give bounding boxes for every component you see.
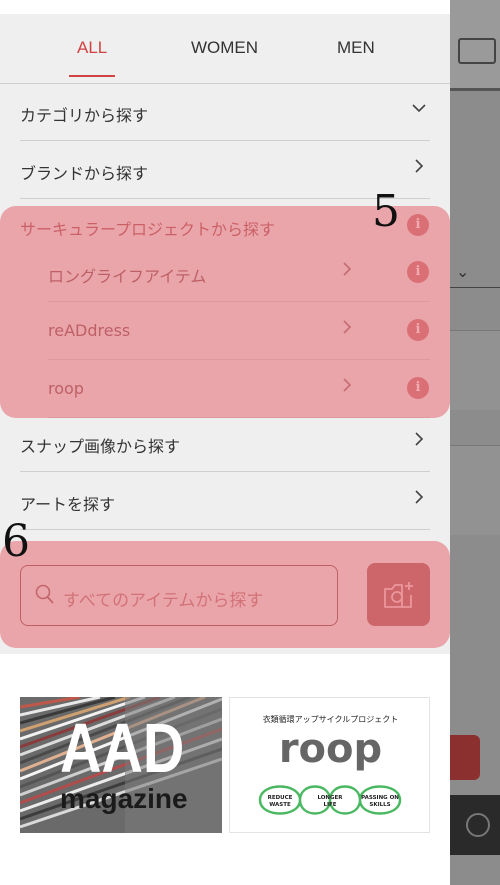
search-input[interactable]: すべてのアイテムから探す [20,565,338,626]
submenu-item-roop[interactable]: roop i [48,360,430,418]
background-dropdown: ⌄ [450,258,500,288]
submenu-item-longlife[interactable]: ロングライフアイテム i [48,244,430,302]
aad-magazine-banner[interactable]: AAD magazine [20,697,222,833]
tab-women[interactable]: WOMEN [191,38,258,58]
chevron-right-icon [340,261,354,280]
background-red-button [450,735,480,780]
roop-longer-life: LONGER LIFE [317,795,343,808]
status-strip [0,0,450,14]
menu-drawer: ALL WOMEN MEN カテゴリから探す ブランドから探す サーキュラープロ… [0,0,450,885]
aad-subtitle: magazine [60,783,188,814]
background-card [450,445,500,535]
background-divider [450,88,500,91]
chevron-right-icon [340,319,354,338]
menu-item-label: アートを探す [20,495,116,514]
submenu-item-readdress[interactable]: reADdress i [48,302,430,360]
menu-item-brand[interactable]: ブランドから探す [20,141,430,199]
aad-title: AAD [60,709,185,787]
info-icon[interactable]: i [407,261,429,283]
roop-banner[interactable]: 衣類循環アップサイクルプロジェクト roop REDUCE WASTE LONG… [229,697,430,833]
menu-item-label: スナップ画像から探す [20,437,181,456]
search-icon [35,584,55,606]
info-icon[interactable]: i [407,319,429,341]
background-bottom-bar [450,795,500,855]
gender-tabs: ALL WOMEN MEN [0,14,450,84]
roop-header: 衣類循環アップサイクルプロジェクト [262,715,399,724]
submenu-item-label: reADdress [48,321,131,340]
info-icon[interactable]: i [407,214,429,236]
menu-item-category[interactable]: カテゴリから探す [20,83,430,141]
annotation-number-6: 6 [2,516,30,567]
chevron-right-icon [412,489,426,508]
image-search-button[interactable] [367,563,430,626]
search-placeholder: すべてのアイテムから探す [63,591,264,611]
coupon-icon [458,38,496,64]
tab-men[interactable]: MEN [337,38,375,58]
chevron-down-icon: ⌄ [456,262,470,281]
menu-item-label: サーキュラープロジェクトから探す [20,220,276,239]
menu-item-label: カテゴリから探す [20,106,149,125]
roop-reduce-waste: REDUCE WASTE [267,795,293,808]
background-page: ⌄ [450,0,500,885]
submenu-item-label: roop [48,379,84,398]
background-card [450,330,500,410]
roop-passing-skills: PASSING ON SKILLS [361,795,399,808]
roop-logo: roop [278,726,383,772]
chevron-right-icon [340,377,354,396]
chevron-right-icon [412,431,426,450]
chevron-down-icon [412,100,426,119]
menu-item-art[interactable]: アートを探す [20,472,430,530]
menu-item-label: ブランドから探す [20,164,149,183]
menu-item-snap[interactable]: スナップ画像から探す [20,414,430,472]
info-icon[interactable]: i [407,377,429,399]
background-icon [466,813,490,837]
annotation-number-5: 5 [372,186,400,237]
chevron-right-icon [412,158,426,177]
camera-plus-icon [382,580,416,614]
active-tab-underline [69,75,115,77]
tab-all[interactable]: ALL [77,38,107,58]
submenu-item-label: ロングライフアイテム [48,267,207,286]
